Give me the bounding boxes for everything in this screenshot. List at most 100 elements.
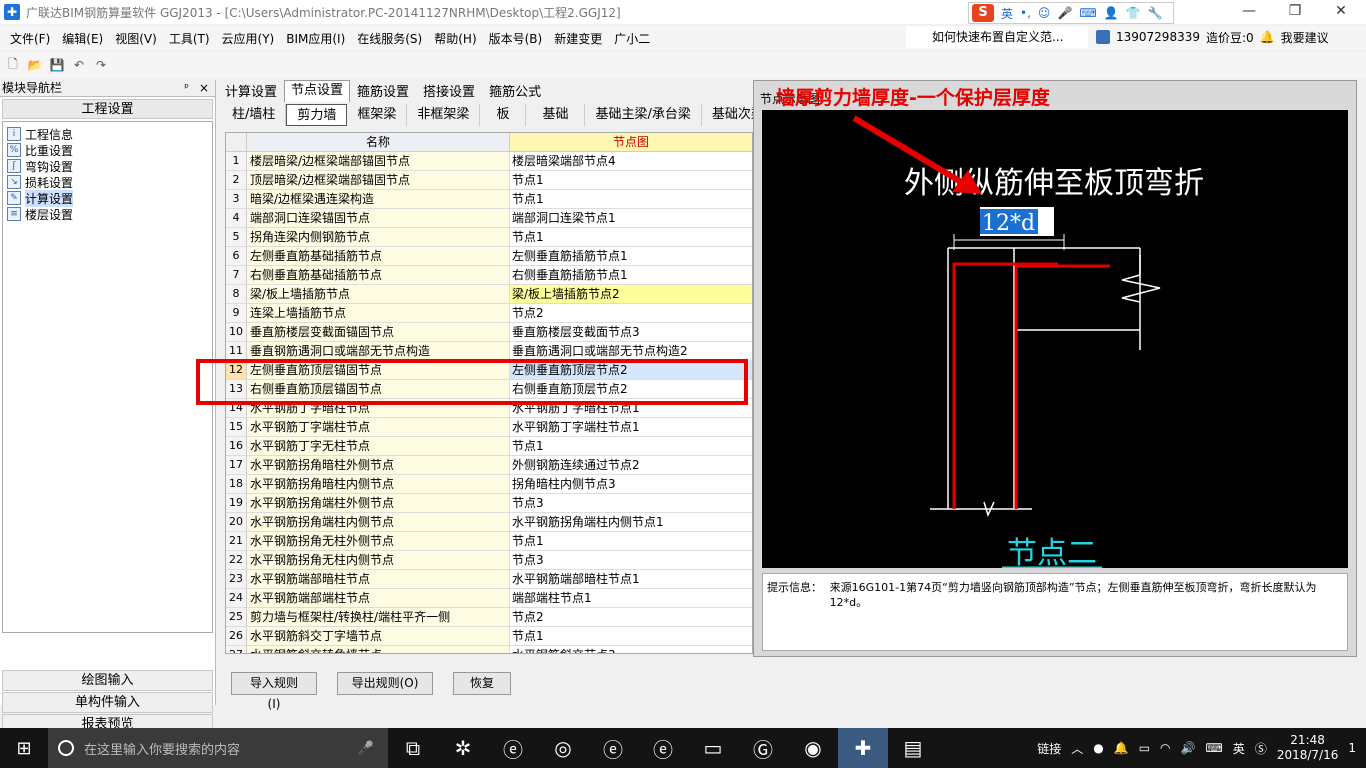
table-row[interactable]: 27水平钢筋斜交转角墙节点水平钢筋斜交节点3 [226, 646, 752, 653]
nav-item-calc[interactable]: ✎ 计算设置 [7, 189, 208, 207]
row-node-cell[interactable]: 水平钢筋端部暗柱节点1 [510, 570, 752, 588]
tab-slab[interactable]: 板 [480, 104, 527, 126]
keyboard-icon[interactable]: ⌨ [1205, 741, 1222, 755]
account-phone[interactable]: 13907298339 [1116, 30, 1200, 44]
help-search-input[interactable]: 如何快速布置自定义范... [906, 26, 1088, 48]
row-node-cell[interactable]: 节点1 [510, 532, 752, 550]
minimize-button[interactable]: — [1226, 0, 1272, 24]
tab-foundation[interactable]: 基础 [526, 104, 586, 126]
table-row[interactable]: 2 顶层暗梁/边框梁端部锚固节点 节点1 [226, 171, 752, 190]
menu-cloud[interactable]: 云应用(Y) [216, 30, 281, 47]
account-beans[interactable]: 造价豆:0 [1206, 29, 1254, 46]
table-row[interactable]: 10 垂直筋楼层变截面锚固节点 垂直筋楼层变截面节点3 [226, 323, 752, 342]
row-node-cell[interactable]: 楼层暗梁端部节点4 [510, 152, 752, 170]
row-node-cell[interactable]: 节点3 [510, 494, 752, 512]
nav-item-ratio[interactable]: % 比重设置 [7, 142, 208, 158]
save-icon[interactable]: 💾 [48, 56, 66, 74]
clock[interactable]: 21:48 2018/7/16 [1277, 733, 1339, 763]
ime-lang-toggle[interactable]: 英 [1001, 5, 1013, 22]
emoji-icon[interactable]: ☺ [1038, 6, 1051, 20]
bell-icon[interactable]: 🔔 [1260, 30, 1275, 44]
nav-item-floor[interactable]: ≡ 楼层设置 [7, 206, 208, 222]
edge-icon[interactable]: ⓔ [588, 728, 638, 768]
row-node-cell[interactable]: 垂直筋楼层变截面节点3 [510, 323, 752, 341]
wifi-icon[interactable]: ◠ [1160, 741, 1170, 755]
table-row[interactable]: 25 剪力墙与框架柱/转换柱/端柱平齐一侧 节点2 [226, 608, 752, 627]
import-rules-button[interactable]: 导入规则(I) [231, 672, 317, 711]
table-row[interactable]: 19 水平钢筋拐角端柱外侧节点 节点3 [226, 494, 752, 513]
tray-lang[interactable]: 英 [1233, 740, 1245, 757]
new-file-icon[interactable]: 🗋 [4, 56, 22, 74]
tab-column[interactable]: 柱/墙柱 [222, 104, 287, 126]
restore-button[interactable]: ❐ [1272, 0, 1318, 24]
row-node-cell[interactable]: 节点1 [510, 171, 752, 189]
table-row[interactable]: 5 拐角连梁内侧钢筋节点 节点1 [226, 228, 752, 247]
pin-icon[interactable]: ᵖ [184, 80, 189, 96]
tab-shear-wall[interactable]: 剪力墙 [286, 104, 348, 126]
table-row[interactable]: 23 水平钢筋端部暗柱节点 水平钢筋端部暗柱节点1 [226, 570, 752, 589]
task-view-icon[interactable]: ⧉ [388, 728, 438, 768]
user-icon[interactable]: 👤 [1104, 6, 1119, 20]
table-row[interactable]: 21 水平钢筋拐角无柱外侧节点 节点1 [226, 532, 752, 551]
nav-single-input[interactable]: 单构件输入 [2, 692, 213, 713]
taskbar-search-input[interactable]: 在这里输入你要搜索的内容 🎤 [48, 728, 388, 768]
menu-edit[interactable]: 编辑(E) [56, 30, 109, 47]
wrench-icon[interactable]: 🔧 [1148, 6, 1163, 20]
punct-icon[interactable]: •, [1020, 6, 1031, 20]
action-center-icon[interactable]: 1 [1348, 741, 1356, 755]
green-app-icon[interactable]: ◉ [788, 728, 838, 768]
menu-file[interactable]: 文件(F) [4, 30, 56, 47]
mic-icon[interactable]: 🎤 [1057, 6, 1072, 20]
row-node-cell[interactable]: 节点3 [510, 551, 752, 569]
table-row[interactable]: 9 连梁上墙插筋节点 节点2 [226, 304, 752, 323]
browser-icon[interactable]: ◎ [538, 728, 588, 768]
tray-links[interactable]: 链接 [1037, 740, 1061, 757]
open-folder-icon[interactable]: 📂 [26, 56, 44, 74]
keyboard-icon[interactable]: ⌨ [1079, 6, 1096, 20]
row-node-cell[interactable]: 节点1 [510, 627, 752, 645]
ggj-app-icon[interactable]: ✚ [838, 728, 888, 768]
row-node-cell[interactable]: 水平钢筋丁字端柱节点1 [510, 418, 752, 436]
menu-online[interactable]: 在线服务(S) [351, 30, 428, 47]
battery-icon[interactable]: ▭ [1139, 741, 1150, 755]
tab-foundation-secondary-beam[interactable]: 基础次梁 [702, 104, 754, 126]
tab-frame-beam[interactable]: 框架梁 [347, 104, 408, 126]
export-rules-button[interactable]: 导出规则(O) [337, 672, 433, 695]
sogou-icon[interactable]: S [972, 4, 994, 22]
nav-group-project-settings[interactable]: 工程设置 [2, 99, 213, 119]
row-node-cell[interactable]: 水平钢筋斜交节点3 [510, 646, 752, 653]
notes-icon[interactable]: ▤ [888, 728, 938, 768]
row-node-cell[interactable]: 外侧钢筋连续通过节点2 [510, 456, 752, 474]
notification-bell-icon[interactable]: 🔔 [1114, 741, 1129, 755]
table-row[interactable]: 15 水平钢筋丁字端柱节点 水平钢筋丁字端柱节点1 [226, 418, 752, 437]
table-row[interactable]: 17 水平钢筋拐角暗柱外侧节点 外侧钢筋连续通过节点2 [226, 456, 752, 475]
glodon-g-icon[interactable]: Ⓖ [738, 728, 788, 768]
suggest-link[interactable]: 我要建议 [1281, 29, 1329, 46]
nav-item-project-info[interactable]: i 工程信息 [7, 126, 208, 142]
row-node-cell[interactable]: 节点1 [510, 228, 752, 246]
tab-stirrup-formula[interactable]: 箍筋公式 [482, 82, 548, 102]
table-row[interactable]: 26 水平钢筋斜交丁字墙节点 节点1 [226, 627, 752, 646]
nav-item-hook[interactable]: ʃ 弯钩设置 [7, 158, 208, 174]
table-row[interactable]: 20 水平钢筋拐角端柱内侧节点 水平钢筋拐角端柱内侧节点1 [226, 513, 752, 532]
mic-icon[interactable]: 🎤 [358, 741, 374, 756]
table-row[interactable]: 4 端部洞口连梁锚固节点 端部洞口连梁节点1 [226, 209, 752, 228]
tab-lap-settings[interactable]: 搭接设置 [416, 82, 482, 102]
tray-red-icon[interactable]: ● [1093, 741, 1103, 755]
table-row[interactable]: 3 暗梁/边框梁遇连梁构造 节点1 [226, 190, 752, 209]
menu-help[interactable]: 帮助(H) [428, 30, 482, 47]
menu-tools[interactable]: 工具(T) [163, 30, 216, 47]
tab-calc-settings[interactable]: 计算设置 [218, 82, 284, 102]
menu-new-change[interactable]: 新建变更 [548, 30, 608, 47]
menu-assistant[interactable]: 广小二 [608, 30, 656, 47]
windows-start-icon[interactable]: ⊞ [0, 728, 48, 768]
table-row[interactable]: 24 水平钢筋端部端柱节点 端部端柱节点1 [226, 589, 752, 608]
row-node-cell[interactable]: 节点2 [510, 608, 752, 626]
row-node-cell[interactable]: 节点1 [510, 190, 752, 208]
row-node-cell[interactable]: 节点2 [510, 304, 752, 322]
tab-node-settings[interactable]: 节点设置 [284, 80, 351, 102]
menu-bim[interactable]: BIM应用(I) [280, 30, 351, 47]
row-node-cell[interactable]: 端部端柱节点1 [510, 589, 752, 607]
menu-view[interactable]: 视图(V) [109, 30, 163, 47]
pinwheel-icon[interactable]: ✲ [438, 728, 488, 768]
